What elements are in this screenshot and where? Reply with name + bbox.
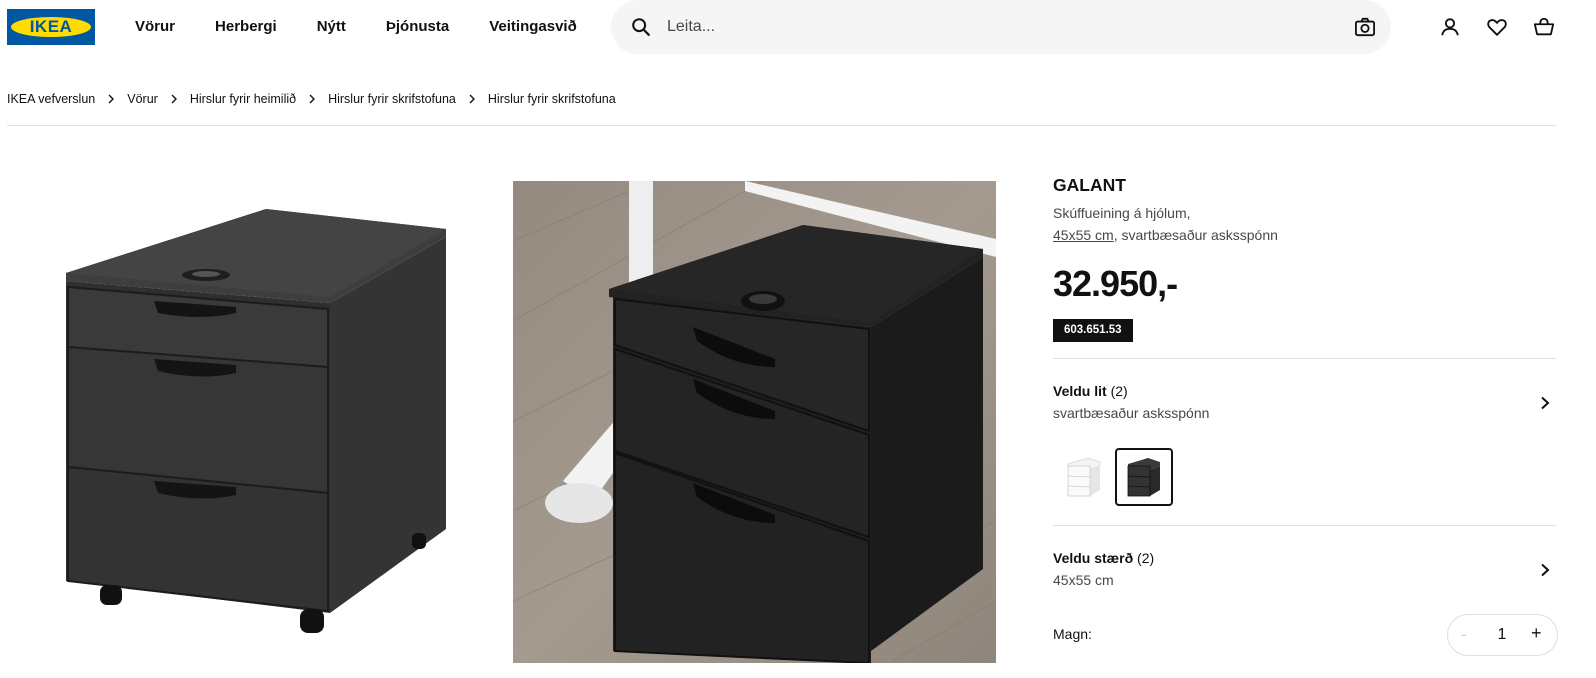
chevron-right-icon [469,94,475,104]
divider [7,125,1556,126]
color-option-count: (2) [1110,383,1128,399]
search-bar [611,0,1391,54]
logo-oval: IKEA [11,17,91,37]
nav-item-products[interactable]: Vörur [135,17,175,37]
description-rest: , svartbæsaður asksspónn [1113,227,1278,243]
description-line: Skúffueining á hjólum, [1053,205,1191,221]
breadcrumb: IKEA vefverslun Vörur Hirslur fyrir heim… [7,92,616,106]
ikea-logo[interactable]: IKEA [7,9,95,45]
product-info: GALANT Skúffueining á hjólum, 45x55 cm, … [1053,174,1556,246]
swatch-black[interactable] [1115,448,1173,506]
divider [1053,358,1556,359]
user-icon[interactable] [1439,16,1461,38]
size-option-title[interactable]: Veldu stærð (2) [1053,550,1154,566]
breadcrumb-item[interactable]: Hirslur fyrir heimilið [190,92,296,106]
search-icon[interactable] [630,16,652,38]
site-header: IKEA Vörur Herbergi Nýtt Þjónusta Veitin… [0,0,1596,56]
quantity-decrease-button[interactable]: - [1461,625,1467,645]
breadcrumb-item[interactable]: Hirslur fyrir skrifstofuna [328,92,456,106]
breadcrumb-item[interactable]: IKEA vefverslun [7,92,95,106]
black-cabinet-thumbnail [1127,458,1160,497]
quantity-increase-button[interactable]: + [1531,623,1542,644]
product-image-main[interactable] [40,181,480,663]
cart-icon[interactable] [1533,16,1555,38]
color-option-label: Veldu lit [1053,383,1107,399]
nav-item-rooms[interactable]: Herbergi [215,17,277,37]
product-image-room[interactable] [513,181,996,663]
product-description: Skúffueining á hjólum, 45x55 cm, svartbæ… [1053,202,1556,246]
quantity-value[interactable]: 1 [1496,626,1508,644]
logo-text: IKEA [29,17,73,36]
chevron-right-icon [171,94,177,104]
breadcrumb-item[interactable]: Hirslur fyrir skrifstofuna [488,92,616,106]
nav-item-new[interactable]: Nýtt [317,17,346,37]
color-option-title[interactable]: Veldu lit (2) [1053,383,1128,399]
swatch-white[interactable] [1055,448,1113,506]
size-option-value: 45x55 cm [1053,572,1114,588]
white-cabinet-thumbnail [1067,457,1101,497]
camera-icon[interactable] [1354,17,1376,37]
size-link[interactable]: 45x55 cm [1053,227,1114,243]
chevron-right-icon [309,94,316,104]
size-option-label: Veldu stærð [1053,550,1134,566]
search-input[interactable] [667,15,1317,39]
quantity-label: Magn: [1053,626,1092,642]
quantity-stepper: - 1 + [1447,614,1558,656]
divider [1053,525,1556,526]
chevron-right-icon [108,94,115,104]
nav-item-restaurant[interactable]: Veitingasvið [489,17,577,37]
color-option-value: svartbæsaður asksspónn [1053,405,1210,421]
nav-item-services[interactable]: Þjónusta [386,17,449,37]
chevron-right-icon[interactable] [1539,396,1551,410]
heart-icon[interactable] [1486,16,1508,38]
main-nav: Vörur Herbergi Nýtt Þjónusta Veitingasvi… [135,17,617,37]
chevron-right-icon[interactable] [1539,563,1551,577]
breadcrumb-item[interactable]: Vörur [127,92,158,106]
size-option-count: (2) [1137,550,1155,566]
product-price: 32.950,- [1053,263,1178,304]
product-name: GALANT [1053,175,1126,195]
article-number-badge: 603.651.53 [1053,319,1133,342]
